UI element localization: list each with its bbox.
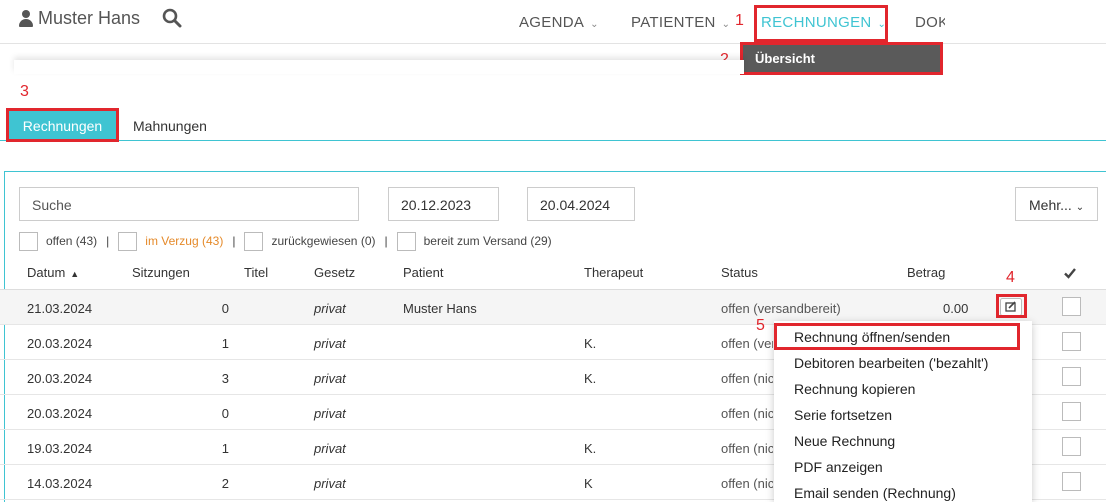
cell-gesetz: privat [314,406,346,421]
annotation-box-1 [754,5,888,42]
cell-sitzungen: 3 [221,371,229,386]
annotation-box-3 [6,108,119,142]
chevron-down-icon: ⌄ [590,19,599,30]
menu-item-show-pdf[interactable]: PDF anzeigen [794,459,883,475]
table-header: Datum ▲ Sitzungen Titel Gesetz Patient Th… [0,258,1106,290]
filter-offen-checkbox[interactable] [19,231,38,251]
cell-sitzungen: 0 [221,406,229,421]
row-checkbox[interactable] [1062,472,1081,491]
annotation-4: 4 [1006,269,1015,286]
cell-therapeut: K [584,476,593,491]
cell-sitzungen: 1 [221,336,229,351]
column-betrag[interactable]: Betrag [907,265,945,280]
menu-item-send-email[interactable]: Email senden (Rechnung) [794,485,956,501]
cell-status: offen (nicht versandbereit) [721,441,773,456]
tab-mahnungen[interactable]: Mahnungen [133,110,207,140]
more-button-label: Mehr... [1029,197,1072,213]
column-datum-label: Datum [27,265,66,280]
user-name: Muster Hans [38,8,141,28]
cell-gesetz: privat [314,476,346,491]
cell-datum: 20.03.2024 [27,336,93,351]
status-filters: offen (43) | im Verzug (43) | zurückgewi… [19,231,552,251]
cell-datum: 20.03.2024 [27,371,93,386]
cell-gesetz: privat [314,301,346,316]
row-checkbox[interactable] [1062,297,1081,316]
cell-sitzungen: 2 [221,476,229,491]
filter-zurueckgewiesen-label: zurückgewiesen (0) [271,234,376,248]
filter-im-verzug-label: im Verzug (43) [145,234,224,248]
cell-status: offen (nicht versandbereit) [721,371,773,386]
column-status[interactable]: Status [721,265,758,280]
cell-patient: Muster Hans [403,301,477,316]
column-datum[interactable]: Datum ▲ [27,265,79,280]
nav-patienten[interactable]: PATIENTEN ⌄ [631,14,730,31]
cell-datum: 21.03.2024 [27,301,93,316]
search-icon[interactable] [162,8,182,28]
cell-sitzungen: 1 [221,441,229,456]
nav-patienten-label: PATIENTEN [631,14,716,31]
row-checkbox[interactable] [1062,402,1081,421]
sort-asc-icon: ▲ [70,269,80,279]
filter-separator: | [232,234,236,248]
cell-therapeut: K. [584,441,597,456]
annotation-box-2 [740,42,943,75]
annotation-box-5 [774,323,1020,350]
user-icon [18,10,33,27]
nav-dok[interactable]: DOK [915,14,945,31]
cell-gesetz: privat [314,336,346,351]
cell-status: offen (nicht versandbereit) [721,406,773,421]
column-sitzungen[interactable]: Sitzungen [132,265,190,280]
menu-item-continue-series[interactable]: Serie fortsetzen [794,407,892,423]
cell-gesetz: privat [314,371,346,386]
menu-item-edit-debtors[interactable]: Debitoren bearbeiten ('bezahlt') [794,355,988,371]
filter-separator: | [106,234,110,248]
search-input[interactable]: Suche [19,187,359,221]
more-button[interactable]: Mehr... ⌄ [1015,187,1098,221]
cell-sitzungen: 0 [221,301,229,316]
cell-betrag: 0.00 [943,301,969,316]
filter-bereit-label: bereit zum Versand (29) [423,234,552,248]
tab-bar: Rechnungen Mahnungen [0,108,1106,141]
menu-item-new-invoice[interactable]: Neue Rechnung [794,433,895,449]
nav-agenda-label: AGENDA [519,14,585,31]
annotation-1: 1 [735,12,744,29]
cell-therapeut: K. [584,371,597,386]
column-patient[interactable]: Patient [403,265,443,280]
filter-separator: | [384,234,388,248]
row-checkbox[interactable] [1062,437,1081,456]
filter-bereit-checkbox[interactable] [396,231,416,251]
cell-gesetz: privat [314,441,346,456]
cell-datum: 19.03.2024 [27,441,93,456]
filter-offen-label: offen (43) [46,234,98,248]
cell-status: offen (versandbereit) [721,301,841,316]
row-checkbox[interactable] [1062,367,1081,386]
annotation-box-4 [996,294,1027,318]
nav-dok-label: DOK [915,14,945,31]
filter-im-verzug-checkbox[interactable] [118,231,138,251]
date-from-input[interactable]: 20.12.2023 [388,187,499,221]
chevron-down-icon: ⌄ [721,19,731,30]
row-checkbox[interactable] [1062,332,1081,351]
column-therapeut[interactable]: Therapeut [584,265,643,280]
cell-status: offen (versandbereit) [721,336,773,351]
check-icon[interactable] [1063,266,1077,280]
chevron-down-icon: ⌄ [1075,202,1085,213]
table-row[interactable]: 21.03.2024 0 privat Muster Hans offen (v… [0,290,1106,325]
date-to-input[interactable]: 20.04.2024 [527,187,635,221]
panel-edge [14,60,744,74]
menu-item-copy-invoice[interactable]: Rechnung kopieren [794,381,915,397]
user-menu[interactable]: Muster Hans [18,8,140,29]
cell-datum: 20.03.2024 [27,406,93,421]
column-titel[interactable]: Titel [244,265,268,280]
tab-mahnungen-label: Mahnungen [133,118,207,134]
cell-datum: 14.03.2024 [27,476,93,491]
cell-status: offen (nicht versandbereit) [721,476,773,491]
top-bar: Muster Hans AGENDA ⌄ PATIENTEN ⌄ RECHNUNGE… [0,0,1106,44]
annotation-5: 5 [756,317,765,334]
annotation-3: 3 [20,83,29,100]
cell-therapeut: K. [584,336,597,351]
column-gesetz[interactable]: Gesetz [314,265,355,280]
nav-agenda[interactable]: AGENDA ⌄ [519,14,599,31]
filter-zurueckgewiesen-checkbox[interactable] [244,231,264,251]
